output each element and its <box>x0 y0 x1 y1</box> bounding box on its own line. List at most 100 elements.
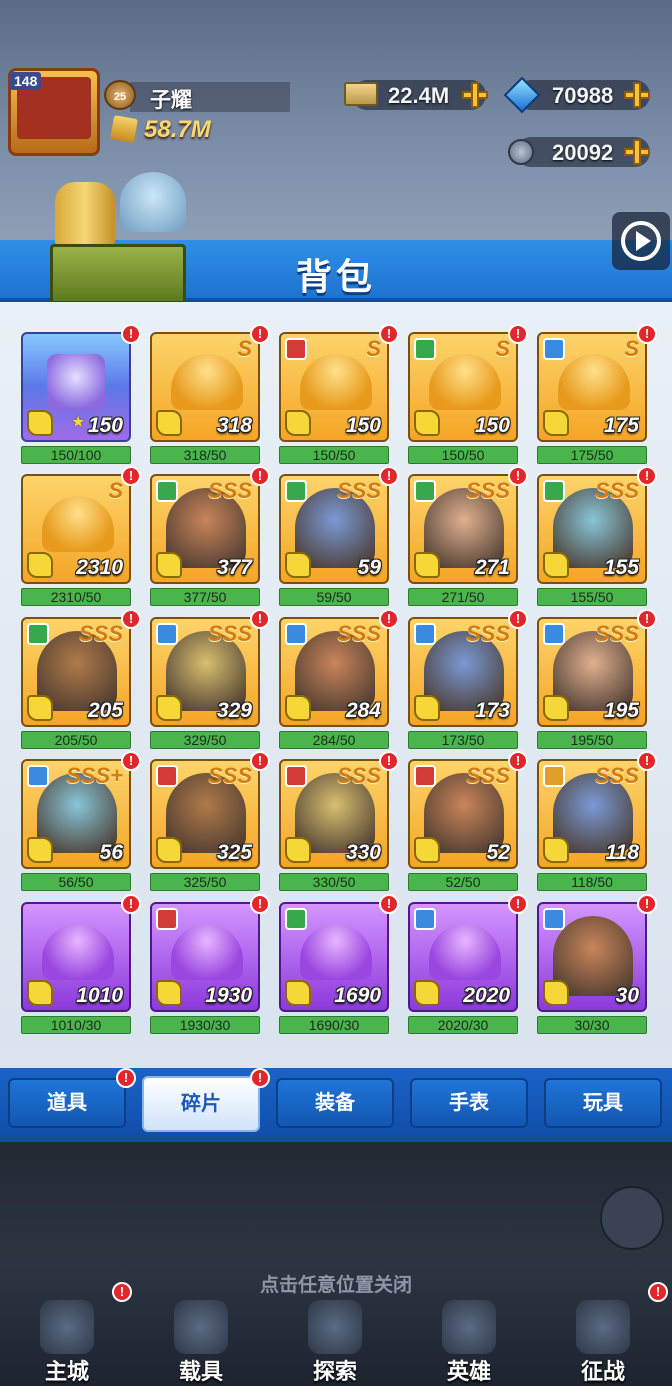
nav-item-1[interactable]: 主城 <box>12 1300 122 1386</box>
puzzle-piece-icon <box>414 410 440 436</box>
fragment-count: 325 <box>216 841 252 864</box>
fragment-card[interactable]: S 175 <box>537 332 647 442</box>
fragment-count: 155 <box>603 556 639 579</box>
helmet-silhouette-icon <box>300 354 372 410</box>
fragment-card[interactable]: SSS 155 <box>537 474 647 584</box>
video-button[interactable] <box>612 212 670 270</box>
rank-badge-icon: 25 <box>104 80 136 110</box>
nav-icon <box>40 1300 94 1354</box>
progress-bar: 2310/50 <box>21 588 131 606</box>
fragment-card[interactable]: SSS+ 56 <box>21 759 131 869</box>
helmet-decoration <box>120 172 186 232</box>
add-token-icon[interactable] <box>624 139 650 165</box>
fragment-count: 1930 <box>205 984 252 1007</box>
tab-4[interactable]: 手表 <box>410 1078 528 1128</box>
fragment-card[interactable]: ★ 150 <box>21 332 131 442</box>
fragment-count: 1010 <box>76 984 123 1007</box>
nav-label: 英雄 <box>446 1359 491 1384</box>
grade-label: S <box>495 336 510 361</box>
fragment-card[interactable]: SSS 195 <box>537 617 647 727</box>
puzzle-piece-icon <box>414 552 440 578</box>
fragment-card[interactable]: SSS 330 <box>279 759 389 869</box>
progress-bar: 1010/30 <box>21 1016 131 1034</box>
progress-bar: 325/50 <box>150 873 260 891</box>
fragment-count: 2020 <box>463 984 510 1007</box>
puzzle-piece-icon <box>543 410 569 436</box>
fragment-count: 271 <box>474 556 510 579</box>
faction-blue-icon <box>27 765 49 787</box>
helmet-silhouette-icon <box>558 354 630 410</box>
alert-badge-icon: ! <box>250 1068 270 1088</box>
nav-item-5[interactable]: 征战 <box>548 1300 658 1386</box>
grade-label: SSS <box>336 478 381 503</box>
leaderboard-icon[interactable] <box>600 1186 664 1250</box>
fragment-card[interactable]: 1010 <box>21 902 131 1012</box>
progress-label: 150/100 <box>50 447 102 463</box>
grade-label: S <box>624 336 639 361</box>
progress-label: 205/50 <box>54 732 98 748</box>
fragment-card[interactable]: 30 <box>537 902 647 1012</box>
cash-value: 22.4M <box>388 83 450 108</box>
nav-item-4[interactable]: 英雄 <box>414 1300 524 1386</box>
fragment-card[interactable]: S 150 <box>408 332 518 442</box>
nav-label: 探索 <box>312 1359 357 1384</box>
fragment-card[interactable]: S 2310 <box>21 474 131 584</box>
tab-1[interactable]: 道具 <box>8 1078 126 1128</box>
alert-badge-icon: ! <box>508 324 528 344</box>
puzzle-piece-icon <box>285 695 311 721</box>
fragment-card[interactable]: SSS 271 <box>408 474 518 584</box>
fragment-card[interactable]: S 318 <box>150 332 260 442</box>
alert-badge-icon: ! <box>121 324 141 344</box>
fragment-card[interactable]: SSS 325 <box>150 759 260 869</box>
tab-3[interactable]: 装备 <box>276 1078 394 1128</box>
alert-badge-icon: ! <box>121 609 141 629</box>
fragment-count: 329 <box>216 699 252 722</box>
nav-item-2[interactable]: 载具 <box>146 1300 256 1386</box>
progress-label: 52/50 <box>445 874 481 890</box>
grade-label: SSS <box>78 621 123 646</box>
progress-bar: 1690/30 <box>279 1016 389 1034</box>
fragment-card[interactable]: S 150 <box>279 332 389 442</box>
faction-blue-icon <box>543 338 565 360</box>
progress-label: 318/50 <box>183 447 227 463</box>
grade-label: SSS <box>594 478 639 503</box>
alert-badge-icon: ! <box>250 894 270 914</box>
progress-label: 271/50 <box>441 589 485 605</box>
fragment-card[interactable]: SSS 118 <box>537 759 647 869</box>
fragment-card[interactable]: SSS 52 <box>408 759 518 869</box>
play-triangle-icon <box>636 231 651 251</box>
fragment-card[interactable]: SSS 205 <box>21 617 131 727</box>
fragment-count: 59 <box>357 556 381 579</box>
fragment-card[interactable]: SSS 377 <box>150 474 260 584</box>
fragment-count: 377 <box>216 556 252 579</box>
fragment-card[interactable]: SSS 329 <box>150 617 260 727</box>
star-icon: ★ <box>71 414 86 431</box>
nav-icon <box>576 1300 630 1354</box>
progress-bar: 56/50 <box>21 873 131 891</box>
progress-bar: 284/50 <box>279 731 389 749</box>
faction-blue-icon <box>156 623 178 645</box>
fragment-card[interactable]: 1930 <box>150 902 260 1012</box>
helmet-silhouette-icon <box>171 354 243 410</box>
helmet-silhouette-icon <box>42 496 114 552</box>
close-hint[interactable]: 点击任意位置关闭 <box>0 1270 672 1297</box>
fragment-count: 330 <box>345 841 381 864</box>
grade-label: SSS <box>336 763 381 788</box>
helmet-silhouette-icon <box>429 924 501 980</box>
grade-label: SSS <box>465 621 510 646</box>
progress-label: 30/30 <box>574 1017 610 1033</box>
fragment-card[interactable]: 2020 <box>408 902 518 1012</box>
fragment-card[interactable]: SSS 284 <box>279 617 389 727</box>
tab-5[interactable]: 玩具 <box>544 1078 662 1128</box>
add-diamond-icon[interactable] <box>624 82 650 108</box>
add-cash-icon[interactable] <box>462 82 488 108</box>
fragment-card[interactable]: SSS 59 <box>279 474 389 584</box>
nav-item-3[interactable]: 探索 <box>280 1300 390 1386</box>
fragment-card[interactable]: 1690 <box>279 902 389 1012</box>
puzzle-piece-icon <box>156 695 182 721</box>
tab-2[interactable]: 碎片 <box>142 1076 260 1132</box>
progress-bar: 205/50 <box>21 731 131 749</box>
puzzle-piece-icon <box>414 695 440 721</box>
puzzle-piece-icon <box>156 410 182 436</box>
fragment-card[interactable]: SSS 173 <box>408 617 518 727</box>
